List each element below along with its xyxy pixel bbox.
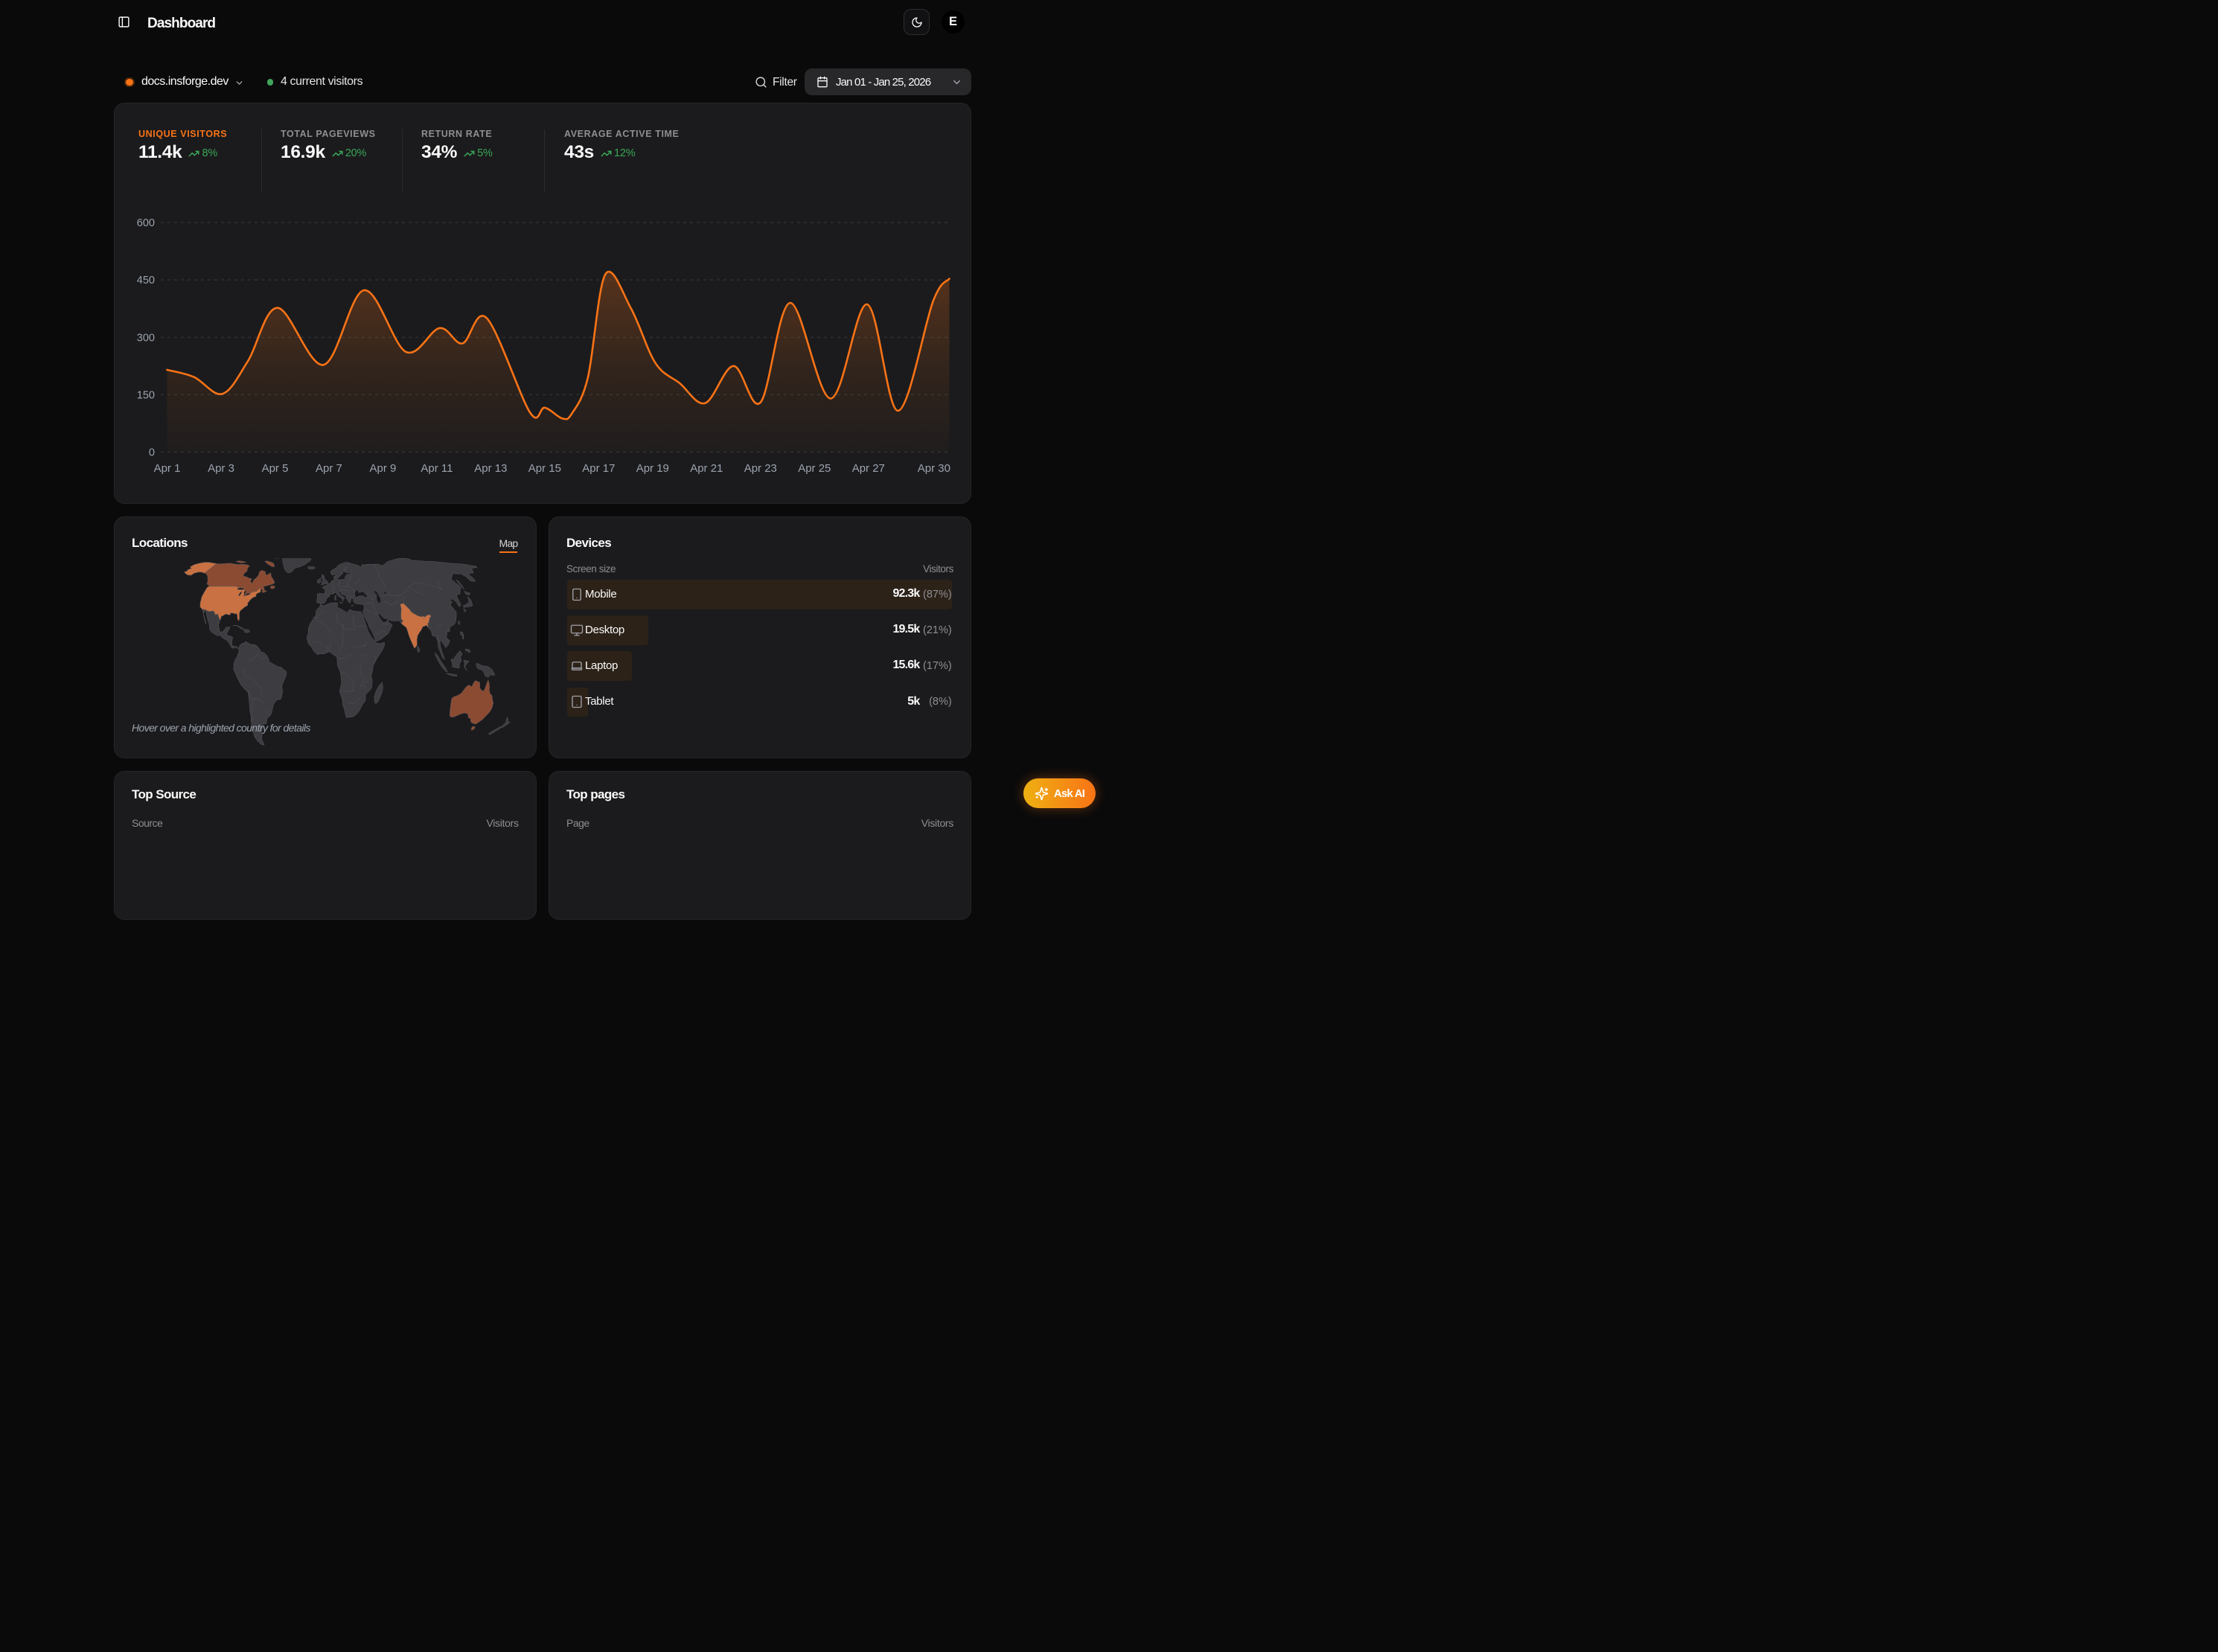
svg-text:Apr 13: Apr 13	[474, 462, 507, 475]
svg-text:Apr 11: Apr 11	[421, 462, 453, 475]
svg-text:Apr 15: Apr 15	[528, 462, 561, 475]
svg-text:Apr 7: Apr 7	[316, 462, 342, 475]
svg-text:Apr 1: Apr 1	[154, 462, 181, 475]
svg-text:0: 0	[149, 447, 155, 459]
svg-text:Apr 23: Apr 23	[744, 462, 777, 475]
svg-text:600: 600	[137, 217, 155, 229]
svg-text:450: 450	[137, 275, 155, 286]
svg-text:Apr 27: Apr 27	[852, 462, 885, 475]
svg-text:150: 150	[137, 389, 155, 401]
svg-text:300: 300	[137, 332, 155, 344]
svg-text:Apr 9: Apr 9	[369, 462, 396, 475]
svg-text:Apr 25: Apr 25	[798, 462, 831, 475]
svg-text:Apr 19: Apr 19	[636, 462, 669, 475]
svg-text:Apr 3: Apr 3	[208, 462, 234, 475]
svg-text:Apr 17: Apr 17	[582, 462, 615, 475]
svg-text:Apr 21: Apr 21	[690, 462, 723, 475]
svg-text:Apr 5: Apr 5	[262, 462, 289, 475]
svg-text:Apr 30: Apr 30	[918, 462, 950, 475]
